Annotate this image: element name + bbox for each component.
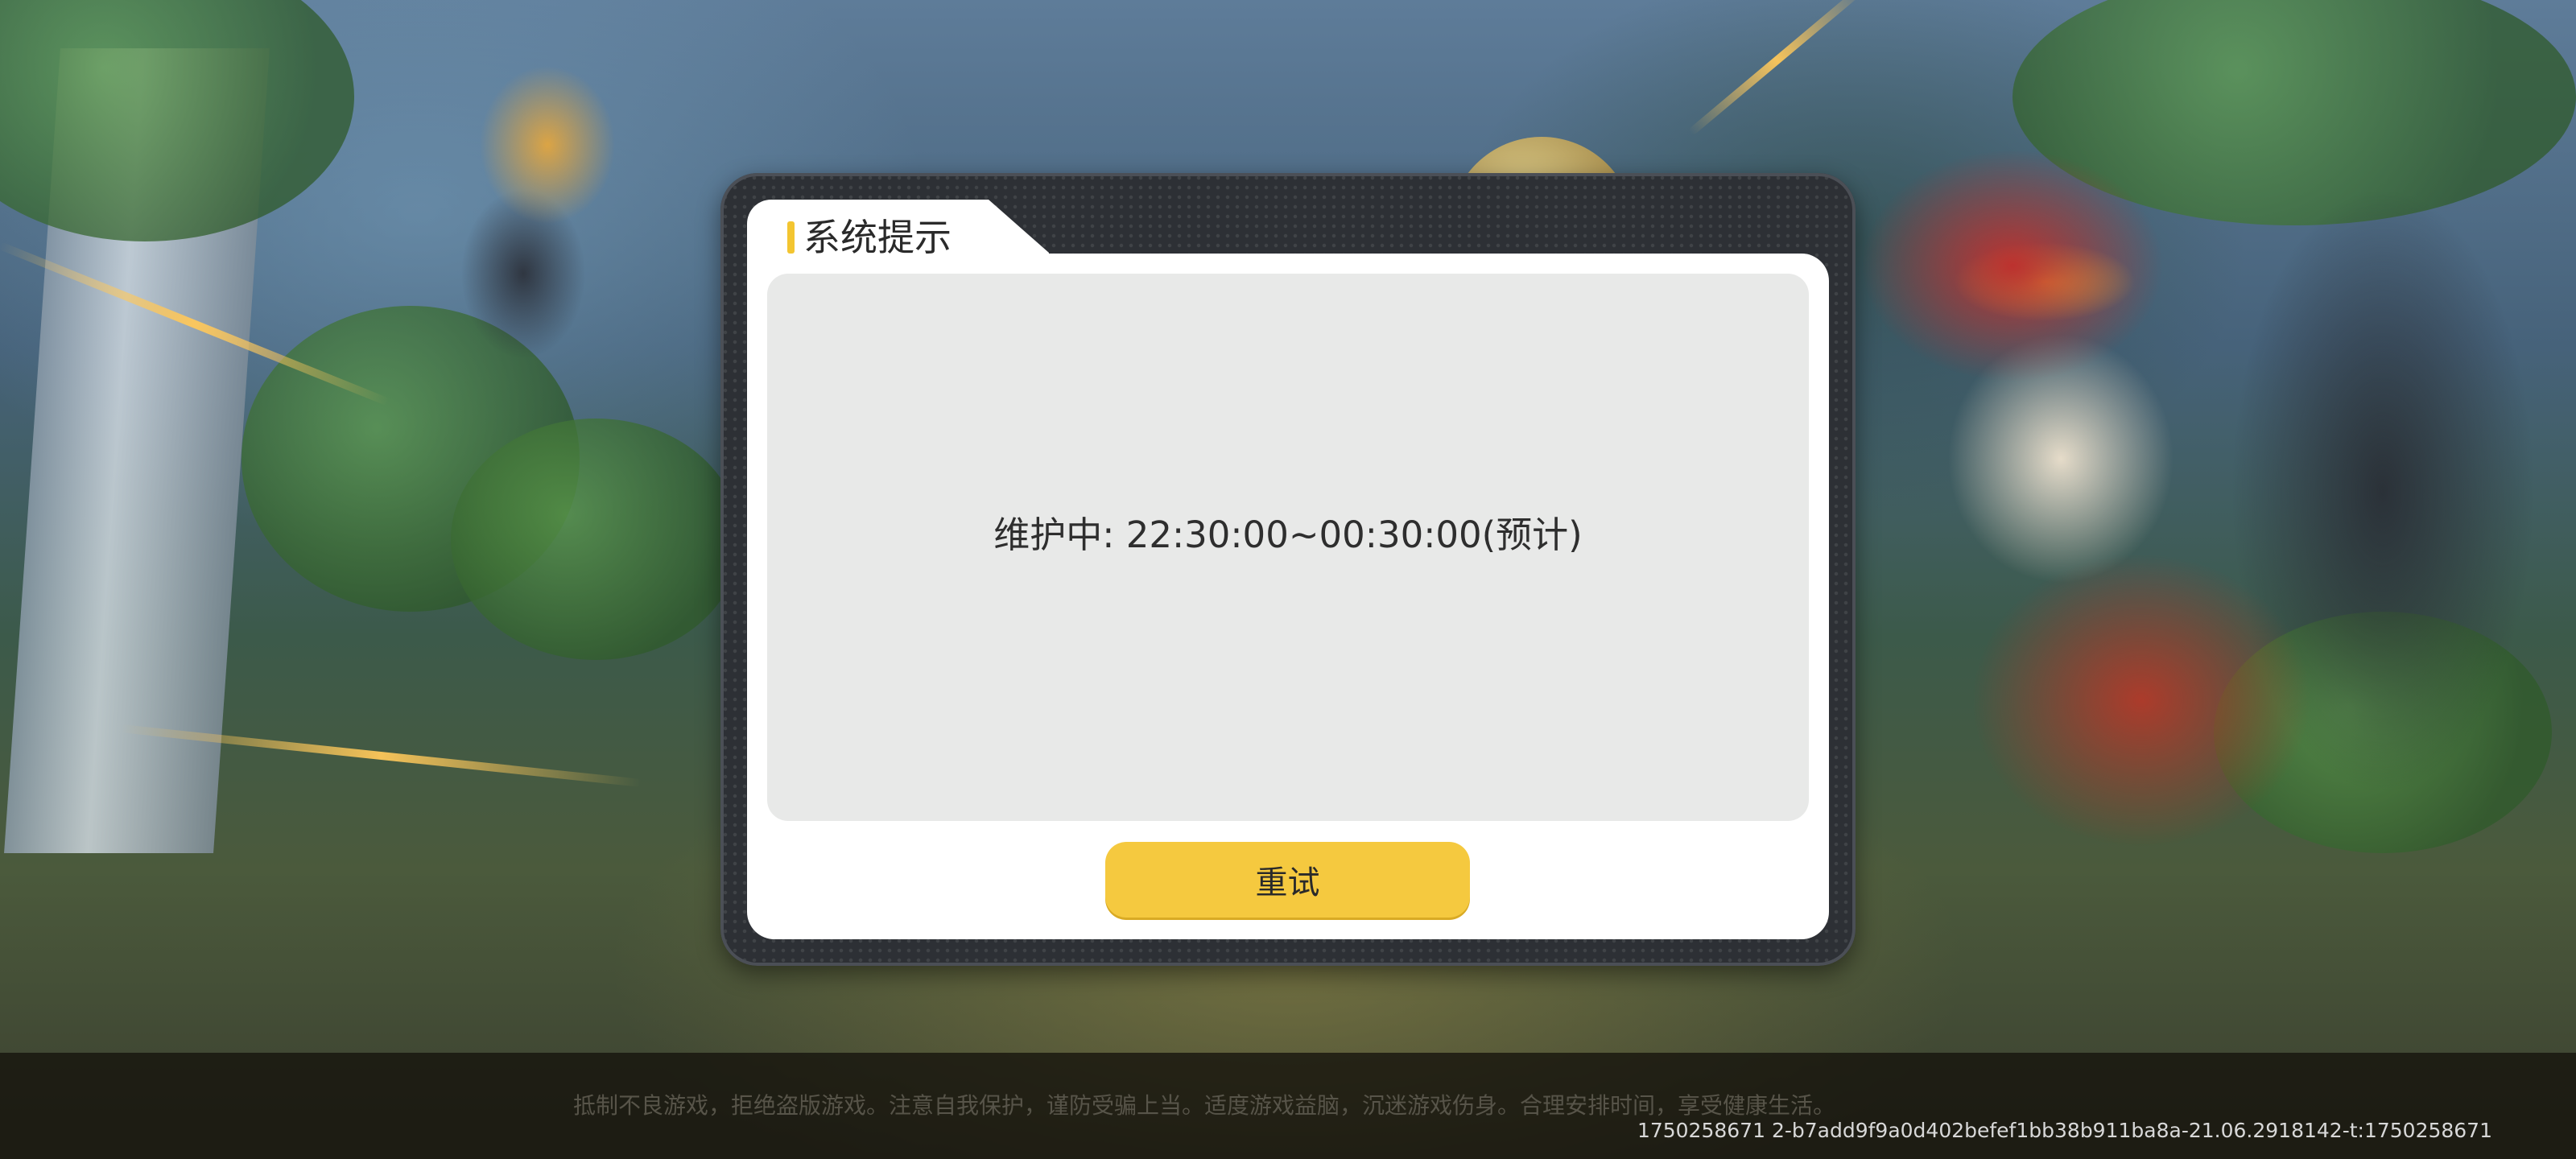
maintenance-message: 维护中: 22:30:00~00:30:00(预计) [993, 513, 1583, 556]
tree-foliage [0, 0, 354, 241]
retry-button[interactable]: 重试 [1105, 842, 1470, 918]
dialog-message-box: 维护中: 22:30:00~00:30:00(预计) [767, 274, 1809, 821]
health-gaming-notice: 抵制不良游戏，拒绝盗版游戏。注意自我保护，谨防受骗上当。适度游戏益脑，沉迷游戏伤… [573, 1092, 1836, 1119]
bullet-streak [1687, 0, 1866, 136]
dialog-title: 系统提示 [803, 216, 952, 259]
title-accent-bar [787, 221, 795, 254]
character-red-hair-gunner [1819, 121, 2576, 926]
tree-foliage [451, 419, 741, 660]
character-cat-jumping [338, 48, 692, 386]
version-info: 1750258671 2-b7add9f9a0d402befef1bb38b91… [1637, 1119, 2492, 1142]
